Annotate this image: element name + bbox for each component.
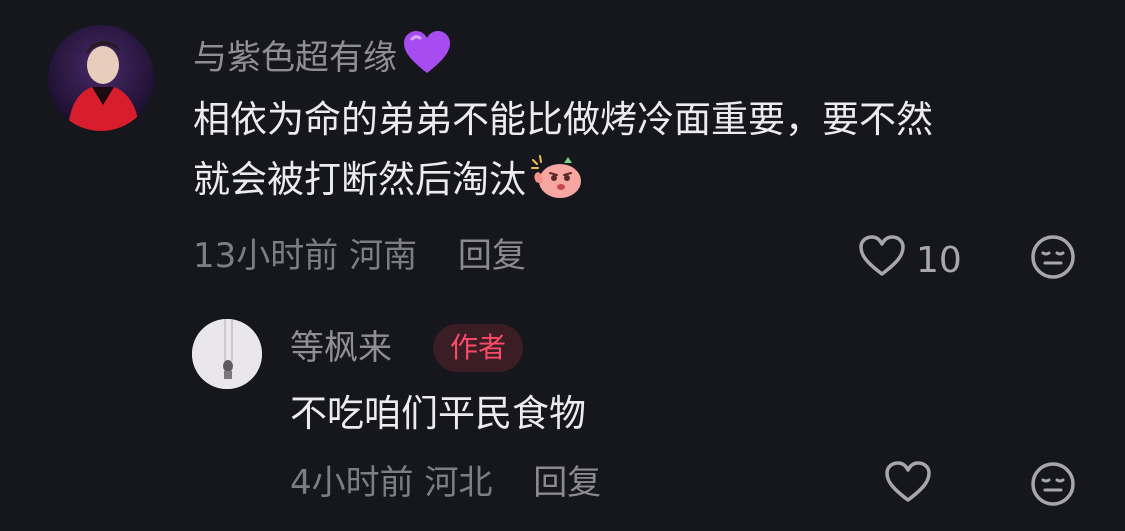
location: 河南 xyxy=(349,236,418,276)
meh-face-icon xyxy=(1030,235,1076,284)
heart-icon xyxy=(884,460,932,513)
author-badge: 作者 xyxy=(433,324,524,372)
comment-meta: 4小时前 河北 回复 xyxy=(290,463,601,503)
reply-button[interactable]: 回复 xyxy=(533,463,601,503)
comment-text: 不吃咱们平民食物 xyxy=(290,392,586,435)
angry-face-sticker-icon xyxy=(530,154,582,218)
like-count: 10 xyxy=(916,240,962,281)
reply-button[interactable]: 回复 xyxy=(458,236,526,276)
avatar[interactable] xyxy=(48,25,154,131)
purple-heart-icon xyxy=(403,31,451,84)
timestamp: 4小时前 xyxy=(290,463,414,503)
heart-icon xyxy=(858,234,906,287)
like-button[interactable] xyxy=(884,460,932,513)
username[interactable]: 与紫色超有缘 xyxy=(193,31,451,84)
like-button[interactable]: 10 xyxy=(858,234,962,287)
comment-text-line: 就会被打断然后淘汰 xyxy=(193,158,526,201)
timestamp: 13小时前 xyxy=(193,236,339,276)
comment-text-line: 相依为命的弟弟不能比做烤冷面重要，要不然 xyxy=(193,98,933,141)
dislike-button[interactable] xyxy=(1030,461,1076,511)
dislike-button[interactable] xyxy=(1030,234,1076,284)
comment-meta: 13小时前 河南 回复 xyxy=(193,236,526,276)
avatar[interactable] xyxy=(192,319,262,389)
meh-face-icon xyxy=(1030,462,1076,511)
location: 河北 xyxy=(424,463,493,503)
username-text[interactable]: 与紫色超有缘 xyxy=(193,38,397,78)
username[interactable]: 等枫来 xyxy=(290,328,392,368)
comment-text: 相依为命的弟弟不能比做烤冷面重要，要不然 就会被打断然后淘汰 xyxy=(193,90,933,218)
